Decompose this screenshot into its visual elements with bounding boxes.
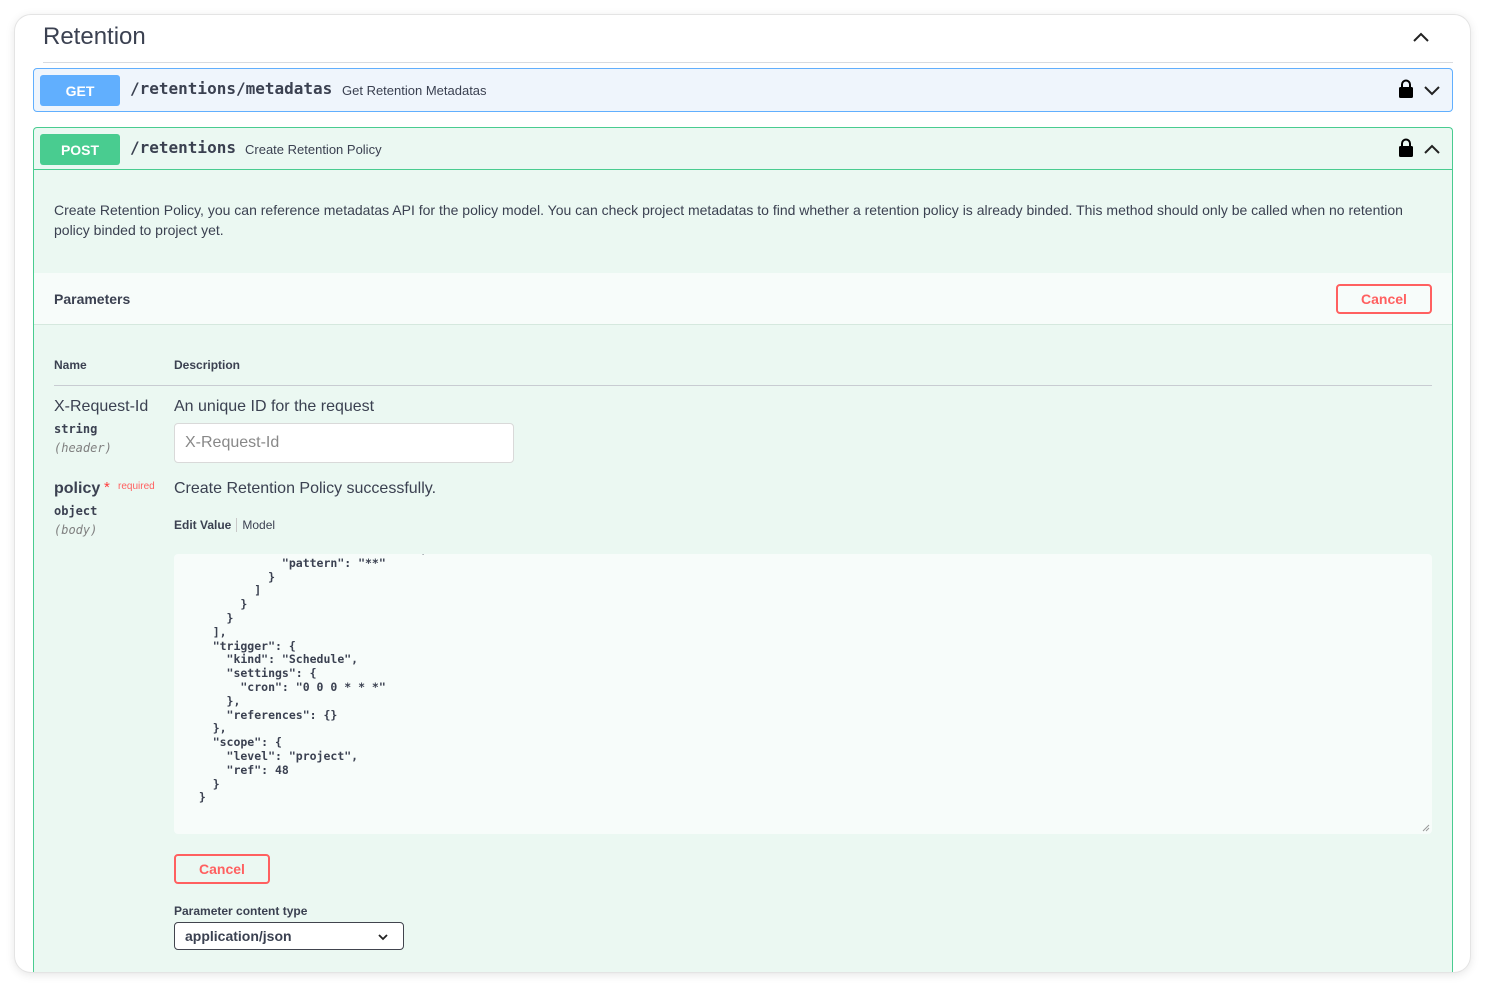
parameters-title: Parameters bbox=[54, 291, 131, 307]
tag-title: Retention bbox=[43, 23, 146, 50]
lock-icon[interactable] bbox=[1398, 138, 1414, 158]
try-out-cancel-button[interactable]: Cancel bbox=[1336, 284, 1432, 314]
opblock-summary-get[interactable]: GET /retentions/metadatas Get Retention … bbox=[34, 69, 1452, 111]
tab-separator bbox=[236, 518, 238, 532]
body-cancel-button[interactable]: Cancel bbox=[174, 854, 270, 884]
param-location: (header) bbox=[54, 441, 112, 455]
content-type-select[interactable]: application/json bbox=[174, 922, 404, 950]
body-json-textarea[interactable]: "kind": "doublestar", "pattern": "**" } … bbox=[174, 554, 1432, 834]
divider bbox=[54, 385, 1432, 386]
chevron-down-icon bbox=[378, 934, 388, 941]
endpoint-path: /retentions bbox=[130, 138, 236, 157]
method-badge-post: POST bbox=[40, 134, 120, 165]
column-header-description: Description bbox=[174, 358, 241, 372]
opblock-summary-post[interactable]: POST /retentions Create Retention Policy bbox=[34, 128, 1452, 170]
body-json-content: "kind": "doublestar", "pattern": "**" } … bbox=[198, 554, 427, 805]
lock-icon[interactable] bbox=[1398, 79, 1414, 99]
param-type: string bbox=[54, 422, 98, 436]
column-header-name: Name bbox=[54, 358, 87, 372]
param-type: object bbox=[54, 504, 98, 518]
x-request-id-input[interactable] bbox=[174, 423, 514, 463]
tab-edit-value[interactable]: Edit Value bbox=[174, 518, 236, 532]
swagger-window: Retention GET /retentions/metadatas Get … bbox=[15, 15, 1470, 972]
chevron-up-icon[interactable] bbox=[1422, 139, 1442, 159]
tag-section-header[interactable]: Retention bbox=[43, 15, 1453, 63]
param-description: An unique ID for the request bbox=[174, 398, 375, 415]
chevron-down-icon[interactable] bbox=[1422, 80, 1442, 100]
endpoint-description: Create Retention Policy, you can referen… bbox=[54, 202, 1403, 238]
param-name: X-Request-Id bbox=[54, 398, 149, 415]
endpoint-summary: Create Retention Policy bbox=[245, 142, 382, 157]
resize-handle-icon[interactable] bbox=[1422, 824, 1430, 832]
content-type-value: application/json bbox=[185, 928, 292, 944]
method-badge-get: GET bbox=[40, 75, 120, 106]
content-type-label: Parameter content type bbox=[174, 904, 308, 918]
opblock-get-retention-metadatas: GET /retentions/metadatas Get Retention … bbox=[33, 68, 1453, 112]
param-name: policy bbox=[54, 480, 101, 497]
required-asterisk: * bbox=[104, 479, 110, 496]
body-tabs: Edit Value Model bbox=[174, 518, 275, 532]
opblock-post-retentions: POST /retentions Create Retention Policy… bbox=[33, 127, 1453, 972]
chevron-up-icon[interactable] bbox=[1411, 27, 1431, 47]
endpoint-summary: Get Retention Metadatas bbox=[342, 83, 487, 98]
parameters-header: Parameters Cancel bbox=[34, 273, 1452, 325]
param-description: Create Retention Policy successfully. bbox=[174, 480, 437, 497]
tab-model[interactable]: Model bbox=[242, 518, 275, 532]
endpoint-path: /retentions/metadatas bbox=[130, 79, 333, 98]
param-location: (body) bbox=[54, 523, 98, 537]
required-label: required bbox=[118, 481, 155, 492]
